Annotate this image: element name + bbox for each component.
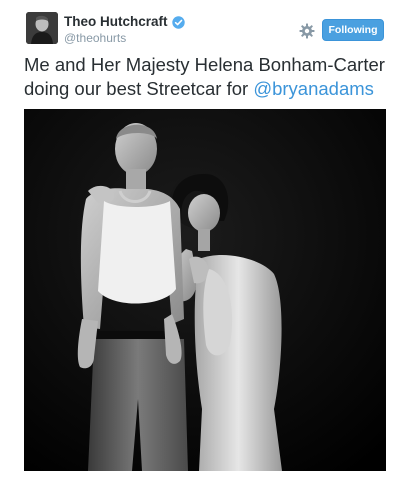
- verified-badge-icon: [171, 15, 185, 29]
- following-button[interactable]: Following: [322, 19, 384, 41]
- author-info: Theo Hutchcraft @theohurts: [64, 14, 185, 45]
- author-name[interactable]: Theo Hutchcraft: [64, 14, 168, 30]
- author-avatar[interactable]: [26, 12, 58, 44]
- mention-link[interactable]: @bryanadams: [253, 78, 374, 99]
- author-name-row: Theo Hutchcraft: [64, 14, 185, 30]
- tweet-card: Theo Hutchcraft @theohurts Following Me …: [0, 0, 410, 479]
- tweet-text: Me and Her Majesty Helena Bonham-Carter …: [24, 53, 394, 101]
- tweet-photo[interactable]: [24, 109, 386, 471]
- author-handle[interactable]: @theohurts: [64, 31, 185, 45]
- gear-icon[interactable]: [299, 23, 315, 39]
